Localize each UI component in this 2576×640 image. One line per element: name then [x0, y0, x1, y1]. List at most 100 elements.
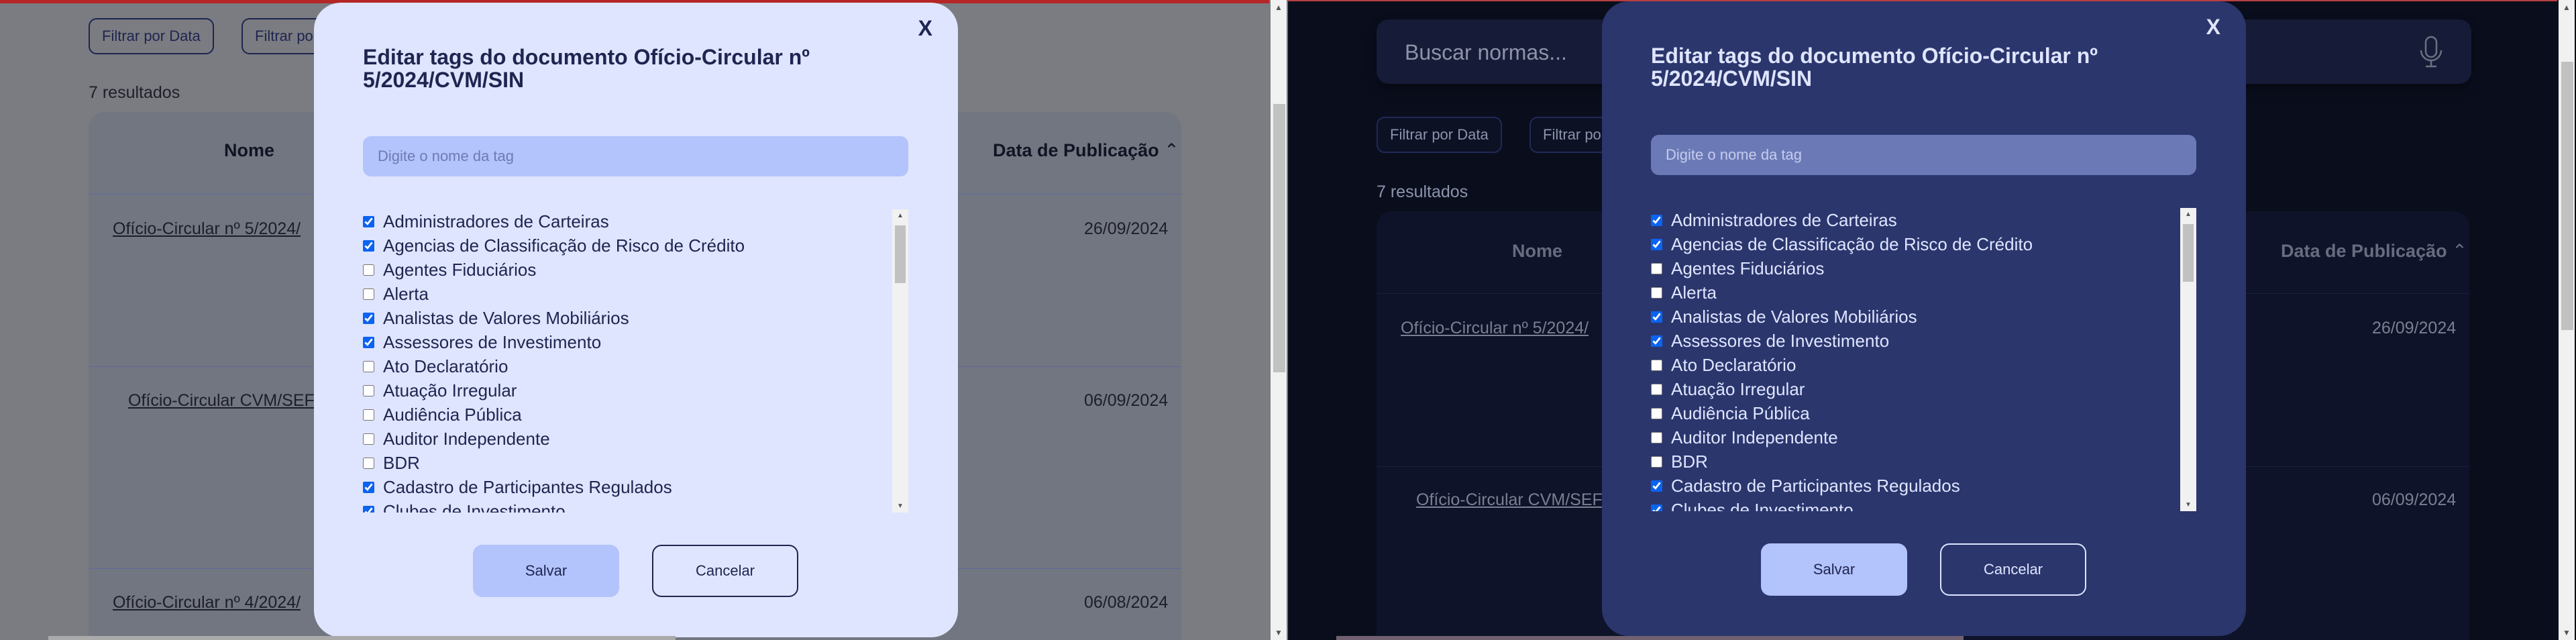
- tag-option[interactable]: Assessores de Investimento: [363, 330, 601, 354]
- document-link[interactable]: Ofício-Circular CVM/SEF: [128, 391, 315, 411]
- close-button[interactable]: X: [2206, 15, 2220, 40]
- scrollbar-thumb[interactable]: [1273, 104, 1285, 372]
- tag-checkbox[interactable]: [1651, 456, 1662, 468]
- tag-checkbox[interactable]: [1651, 407, 1662, 419]
- tag-option[interactable]: Administradores de Carteiras: [1651, 208, 1897, 232]
- tag-option[interactable]: Agencias de Classificação de Risco de Cr…: [1651, 232, 2033, 256]
- tag-checkbox[interactable]: [363, 215, 374, 227]
- edit-tags-modal: X Editar tags do documento Ofício-Circul…: [1602, 1, 2246, 636]
- tag-checkbox[interactable]: [1651, 480, 1662, 492]
- document-link[interactable]: Ofício-Circular nº 5/2024/: [113, 219, 301, 239]
- microphone-icon[interactable]: [2418, 36, 2445, 69]
- tag-checkbox[interactable]: [1651, 262, 1662, 274]
- results-count: 7 resultados: [89, 83, 180, 102]
- tag-label: Agencias de Classificação de Risco de Cr…: [1671, 233, 2033, 254]
- publication-date: 26/09/2024: [1084, 219, 1169, 238]
- tag-name-input[interactable]: [363, 136, 908, 176]
- tag-option[interactable]: Clubes de Investimento: [363, 499, 566, 513]
- tag-option[interactable]: Alerta: [1651, 280, 1717, 305]
- tag-checkbox[interactable]: [363, 312, 374, 324]
- cancel-button[interactable]: Cancelar: [1940, 543, 2086, 596]
- horizontal-scrollbar[interactable]: [1336, 636, 1964, 640]
- tag-label: Cadastro de Participantes Regulados: [1671, 475, 1960, 496]
- document-link[interactable]: Ofício-Circular nº 5/2024/: [1401, 319, 1589, 338]
- tag-checkbox[interactable]: [363, 264, 374, 276]
- tag-option[interactable]: Audiência Pública: [1651, 401, 1810, 425]
- column-header-name[interactable]: Nome: [224, 140, 274, 161]
- tag-checkbox[interactable]: [363, 336, 374, 348]
- tag-option[interactable]: Ato Declaratório: [363, 354, 508, 378]
- tag-checkbox[interactable]: [1651, 431, 1662, 443]
- tag-checkbox[interactable]: [1651, 286, 1662, 299]
- tag-name-input[interactable]: [1651, 135, 2196, 175]
- tag-option[interactable]: Atuação Irregular: [1651, 377, 1805, 401]
- tag-option[interactable]: Assessores de Investimento: [1651, 329, 1889, 353]
- tag-label: Clubes de Investimento: [1671, 499, 1854, 512]
- tag-checkbox[interactable]: [363, 505, 374, 513]
- page-scrollbar[interactable]: ▲ ▼: [2559, 0, 2575, 640]
- tag-label: Auditor Independente: [1671, 427, 1838, 447]
- tag-option[interactable]: Auditor Independente: [363, 427, 550, 451]
- results-count: 7 resultados: [1377, 182, 1468, 201]
- tag-list: Administradores de Carteiras Agencias de …: [1651, 208, 2196, 511]
- scrollbar-thumb[interactable]: [895, 225, 906, 283]
- tag-checkbox[interactable]: [1651, 335, 1662, 347]
- tag-option[interactable]: Atuação Irregular: [363, 378, 517, 403]
- tag-checkbox[interactable]: [1651, 504, 1662, 511]
- tag-label: Alerta: [1671, 282, 1717, 303]
- tag-option[interactable]: BDR: [1651, 449, 1708, 474]
- save-button[interactable]: Salvar: [1761, 543, 1907, 596]
- tag-option[interactable]: Agencias de Classificação de Risco de Cr…: [363, 233, 745, 258]
- tag-checkbox[interactable]: [1651, 311, 1662, 323]
- column-header-date[interactable]: Data de Publicação ⌃: [2281, 241, 2467, 262]
- tag-list-scrollbar[interactable]: ▲ ▼: [892, 209, 908, 513]
- tag-checkbox[interactable]: [363, 360, 374, 372]
- tag-option[interactable]: Ato Declaratório: [1651, 353, 1796, 377]
- tag-checkbox[interactable]: [363, 239, 374, 252]
- tag-label: Atuação Irregular: [1671, 378, 1805, 399]
- tag-checkbox[interactable]: [1651, 214, 1662, 226]
- tag-option[interactable]: Agentes Fiduciários: [1651, 256, 1824, 280]
- tag-option[interactable]: Analistas de Valores Mobiliários: [363, 306, 629, 330]
- tag-list-scrollbar[interactable]: ▲ ▼: [2180, 208, 2196, 511]
- tag-label: Cadastro de Participantes Regulados: [383, 476, 672, 497]
- tag-label: Agentes Fiduciários: [1671, 258, 1825, 278]
- tag-option[interactable]: Agentes Fiduciários: [363, 258, 536, 282]
- tag-option[interactable]: Alerta: [363, 282, 429, 306]
- tag-label: Atuação Irregular: [383, 380, 517, 401]
- cancel-button[interactable]: Cancelar: [652, 545, 798, 597]
- publication-date: 06/09/2024: [1084, 391, 1169, 410]
- tag-checkbox[interactable]: [363, 384, 374, 396]
- tag-checkbox[interactable]: [363, 481, 374, 493]
- tag-option[interactable]: Audiência Pública: [363, 403, 522, 427]
- tag-option[interactable]: Clubes de Investimento: [1651, 498, 1854, 511]
- horizontal-scrollbar[interactable]: [48, 636, 676, 640]
- tag-option[interactable]: Auditor Independente: [1651, 425, 1838, 449]
- scrollbar-thumb[interactable]: [2561, 62, 2573, 330]
- tag-label: Agentes Fiduciários: [383, 259, 537, 280]
- scrollbar-thumb[interactable]: [2183, 224, 2194, 282]
- filter-date-button[interactable]: Filtrar por Data: [89, 18, 214, 54]
- tag-option[interactable]: BDR: [363, 451, 420, 475]
- document-link[interactable]: Ofício-Circular CVM/SEF: [1416, 490, 1603, 510]
- tag-checkbox[interactable]: [363, 288, 374, 300]
- tag-option[interactable]: Cadastro de Participantes Regulados: [1651, 474, 1960, 498]
- tag-option[interactable]: Cadastro de Participantes Regulados: [363, 475, 672, 499]
- tag-checkbox[interactable]: [363, 433, 374, 445]
- close-button[interactable]: X: [918, 16, 932, 41]
- tag-checkbox[interactable]: [363, 409, 374, 421]
- filter-date-button[interactable]: Filtrar por Data: [1377, 117, 1502, 153]
- tag-checkbox[interactable]: [1651, 383, 1662, 395]
- tag-checkbox[interactable]: [1651, 359, 1662, 371]
- tag-option[interactable]: Administradores de Carteiras: [363, 209, 609, 233]
- chevron-up-icon: ⌃: [1164, 140, 1179, 160]
- save-button[interactable]: Salvar: [473, 545, 619, 597]
- tag-label: Administradores de Carteiras: [1671, 209, 1897, 230]
- tag-checkbox[interactable]: [363, 457, 374, 469]
- document-link[interactable]: Ofício-Circular nº 4/2024/: [113, 593, 301, 612]
- column-header-date[interactable]: Data de Publicação ⌃: [993, 140, 1179, 161]
- column-header-name[interactable]: Nome: [1512, 241, 1562, 262]
- tag-option[interactable]: Analistas de Valores Mobiliários: [1651, 305, 1917, 329]
- page-scrollbar[interactable]: ▲ ▼: [1271, 0, 1287, 640]
- tag-checkbox[interactable]: [1651, 238, 1662, 250]
